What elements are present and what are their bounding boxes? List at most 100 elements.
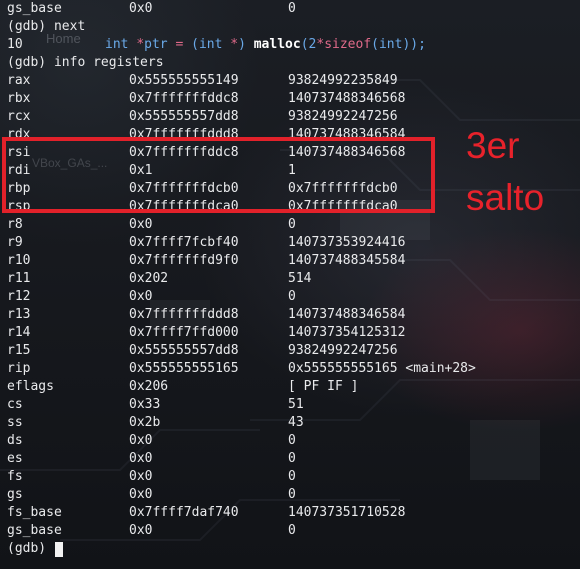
register-name: cs [7,397,23,412]
command-text: (gdb) info registers [7,55,164,70]
register-hex-value: 0x0 [129,217,153,232]
register-hex-value: 0x555555555165 [129,361,239,376]
register-row: cs 0x33 51 [7,396,577,414]
register-hex-value: 0x2b [129,415,161,430]
register-row: gs 0x0 0 [7,486,577,504]
register-name: rbx [7,91,31,106]
terminal-output[interactable]: gs_base 0x0 0 (gdb) next 10 int *ptr = (int *… [7,0,577,558]
register-hex-value: 0x0 [129,433,153,448]
register-natural-value: 140737488345584 [288,253,406,268]
register-row: r9 0x7ffff7fcbf40 140737353924416 [7,234,577,252]
register-name: gs_base [7,1,62,16]
register-hex-value: 0x555555557dd8 [129,109,239,124]
annotation-line-1: 3er [466,125,520,166]
register-natural-value: 140737353924416 [288,235,406,250]
register-natural-value: 0 [288,433,296,448]
code-token: ( [300,37,309,52]
register-row: r15 0x555555557dd8 93824992247256 [7,342,577,360]
register-hex-value: 0x7ffff7ffd000 [129,325,239,340]
register-name: r8 [7,217,23,232]
register-row: eflags 0x206 [ PF IF ] [7,378,577,396]
register-row: fs_base 0x7ffff7daf740 140737351710528 [7,504,577,522]
code-token: sizeof [324,37,372,52]
register-row: r13 0x7fffffffddd8 140737488346584 [7,306,577,324]
register-name: r15 [7,343,31,358]
register-row: r11 0x202 514 [7,270,577,288]
register-hex-value: 0x0 [129,451,153,466]
register-row: gs_base 0x0 0 [7,0,577,18]
code-token: ( [371,37,379,52]
annotation-text: 3er salto [466,120,576,224]
text-cursor [55,542,63,557]
register-name: r12 [7,289,31,304]
register-hex-value: 0x206 [129,379,169,394]
code-token: * [230,37,239,52]
source-code-line: 10 int *ptr = (int *) malloc(2*sizeof(int… [7,36,577,54]
code-token: int [378,37,403,52]
source-code-text: int *ptr = (int *) malloc(2*sizeof(int))… [105,36,426,54]
register-hex-value: 0x7ffff7daf740 [129,505,239,520]
source-line-number: 10 [7,37,23,52]
register-name: r14 [7,325,31,340]
register-row: ds 0x0 0 [7,432,577,450]
register-natural-value: 93824992235849 [288,73,398,88]
register-hex-value: 0x7fffffffddc8 [129,91,239,106]
register-row: r14 0x7ffff7ffd000 140737354125312 [7,324,577,342]
register-natural-value: 140737488346568 [288,91,406,106]
register-natural-value: 0 [288,523,296,538]
register-hex-value: 0x0 [129,487,153,502]
register-name: eflags [7,379,54,394]
register-row: rbx 0x7fffffffddc8 140737488346568 [7,90,577,108]
code-token: * [316,37,325,52]
register-natural-value: 0 [288,487,296,502]
register-name: fs_base [7,505,62,520]
register-natural-value: 514 [288,271,312,286]
register-natural-value: 140737488346584 [288,307,406,322]
register-natural-value: 0 [288,289,296,304]
code-token: )); [402,37,426,52]
register-row: r10 0x7fffffffd9f0 140737488345584 [7,252,577,270]
register-highlight-box [2,137,435,213]
register-natural-value: 140737354125312 [288,325,406,340]
register-natural-value: 0 [288,469,296,484]
register-name: r10 [7,253,31,268]
register-hex-value: 0x7fffffffddd8 [129,307,239,322]
register-row: r12 0x0 0 [7,288,577,306]
register-natural-value: 0 [288,217,296,232]
register-name: gs [7,487,23,502]
register-row: es 0x0 0 [7,450,577,468]
register-name: rcx [7,109,31,124]
register-hex-value: 0x0 [129,1,153,16]
gdb-prompt: (gdb) [7,541,47,556]
register-natural-value: 93824992247256 [288,109,398,124]
register-name: ss [7,415,23,430]
register-hex-value: 0x0 [129,289,153,304]
register-name: ds [7,433,23,448]
register-name: rip [7,361,31,376]
code-token: ptr [144,37,176,52]
code-token: int [198,37,223,52]
register-natural-value: 0 [288,451,296,466]
register-natural-value: [ PF IF ] [288,379,359,394]
register-name: fs [7,469,23,484]
register-natural-value: 51 [288,397,304,412]
register-hex-value: 0x555555555149 [129,73,239,88]
command-text: (gdb) next [7,19,86,34]
register-name: rax [7,73,31,88]
gdb-command-line: (gdb) next [7,18,577,36]
register-name: gs_base [7,523,62,538]
gdb-command-line: (gdb) info registers [7,54,577,72]
register-row: rax 0x555555555149 93824992235849 [7,72,577,90]
register-row: gs_base 0x0 0 [7,522,577,540]
register-hex-value: 0x33 [129,397,161,412]
register-hex-value: 0x0 [129,523,153,538]
register-hex-value: 0x7ffff7fcbf40 [129,235,239,250]
register-natural-value: 0 [288,1,296,16]
register-natural-value: 93824992247256 [288,343,398,358]
register-hex-value: 0x555555557dd8 [129,343,239,358]
register-natural-value: 43 [288,415,304,430]
gdb-prompt-line[interactable]: (gdb) [7,540,577,558]
code-token: * [136,37,145,52]
register-hex-value: 0x7fffffffd9f0 [129,253,239,268]
register-natural-value: 0x555555555165 <main+28> [288,361,476,376]
